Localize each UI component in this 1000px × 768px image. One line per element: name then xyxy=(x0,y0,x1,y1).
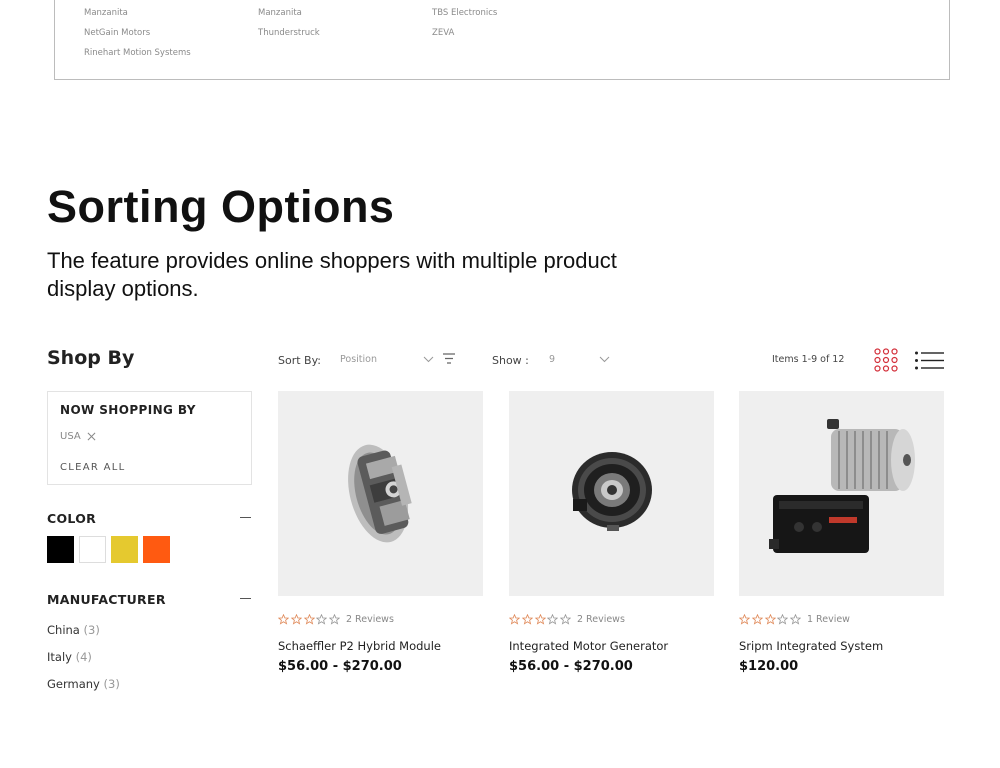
product-image[interactable] xyxy=(278,391,483,596)
manufacturer-option-count: (4) xyxy=(75,650,92,664)
sort-dropdown-chevron-icon[interactable] xyxy=(423,356,434,363)
color-swatch-white[interactable] xyxy=(79,536,106,563)
star-icon xyxy=(290,614,302,625)
items-count: Items 1-9 of 12 xyxy=(772,354,845,365)
sort-by-label: Sort By: xyxy=(278,354,322,367)
show-limit-select[interactable]: 9 xyxy=(549,354,555,365)
color-swatch-yellow[interactable] xyxy=(111,536,138,563)
manufacturer-option-name: Italy xyxy=(47,650,72,664)
color-swatch-black[interactable] xyxy=(47,536,74,563)
star-icon xyxy=(790,614,802,625)
star-icon xyxy=(509,614,520,625)
manufacturer-link-manzanita-2[interactable]: Manzanita xyxy=(258,8,302,18)
product-name[interactable]: Schaeffler P2 Hybrid Module xyxy=(278,639,441,653)
review-count[interactable]: 1 Review xyxy=(807,614,850,625)
product-rating: 1 Review xyxy=(739,614,850,625)
sort-by-select[interactable]: Position xyxy=(340,354,377,365)
sort-direction-icon[interactable] xyxy=(443,353,455,364)
product-rating: 2 Reviews xyxy=(278,614,394,625)
active-filter-label: USA xyxy=(60,431,81,442)
manufacturer-option-name: China xyxy=(47,623,80,637)
manufacturer-link-thunderstruck[interactable]: Thunderstruck xyxy=(258,28,320,38)
product-price: $56.00 - $270.00 xyxy=(509,659,633,674)
now-shopping-panel: NOW SHOPPING BY USA CLEAR ALL xyxy=(47,391,252,485)
product-price: $120.00 xyxy=(739,659,799,674)
show-label: Show : xyxy=(492,354,529,367)
product-rating: 2 Reviews xyxy=(509,614,625,625)
integrated-system-image xyxy=(769,419,915,553)
feature-description: The feature provides online shoppers wit… xyxy=(47,248,617,301)
grid-view-icon[interactable] xyxy=(874,348,898,372)
star-icon xyxy=(303,614,315,625)
review-count[interactable]: 2 Reviews xyxy=(346,614,394,625)
hybrid-module-image xyxy=(348,444,412,543)
star-icon xyxy=(521,614,533,625)
manufacturer-link-manzanita[interactable]: Manzanita xyxy=(84,8,128,18)
star-icon xyxy=(739,614,750,625)
motor-generator-image xyxy=(572,452,652,531)
manufacturer-link-tbs-electronics[interactable]: TBS Electronics xyxy=(432,8,497,18)
manufacturer-option-germany[interactable]: Germany (3) xyxy=(47,677,120,691)
manufacturer-link-zeva[interactable]: ZEVA xyxy=(432,28,454,38)
color-filter-title[interactable]: COLOR xyxy=(47,511,96,526)
manufacturer-links-panel xyxy=(54,0,950,80)
product-name[interactable]: Integrated Motor Generator xyxy=(509,639,668,653)
manufacturer-option-china[interactable]: China (3) xyxy=(47,623,100,637)
active-filter-chip: USA xyxy=(60,431,96,442)
star-icon xyxy=(278,614,289,625)
product-card[interactable]: 2 Reviews Integrated Motor Generator $56… xyxy=(509,391,714,674)
star-icon xyxy=(764,614,776,625)
star-icon xyxy=(534,614,546,625)
manufacturer-link-rinehart[interactable]: Rinehart Motion Systems xyxy=(84,48,191,58)
list-view-icon[interactable] xyxy=(915,351,944,370)
manufacturer-option-count: (3) xyxy=(103,677,120,691)
star-icon xyxy=(329,614,341,625)
manufacturer-option-count: (3) xyxy=(83,623,100,637)
manufacturer-option-name: Germany xyxy=(47,677,100,691)
product-card[interactable]: 2 Reviews Schaeffler P2 Hybrid Module $5… xyxy=(278,391,483,674)
star-icon xyxy=(560,614,572,625)
manufacturer-option-italy[interactable]: Italy (4) xyxy=(47,650,92,664)
feature-title: Sorting Options xyxy=(47,181,395,232)
shop-by-title: Shop By xyxy=(47,347,135,369)
product-image[interactable] xyxy=(739,391,944,596)
color-swatch-orange[interactable] xyxy=(143,536,170,563)
manufacturer-link-netgain-motors[interactable]: NetGain Motors xyxy=(84,28,150,38)
star-icon xyxy=(316,614,328,625)
star-icon xyxy=(777,614,789,625)
review-count[interactable]: 2 Reviews xyxy=(577,614,625,625)
now-shopping-title: NOW SHOPPING BY xyxy=(60,403,196,417)
product-card[interactable]: 1 Review Sripm Integrated System $120.00 xyxy=(739,391,944,674)
show-dropdown-chevron-icon[interactable] xyxy=(599,356,610,363)
remove-filter-icon[interactable] xyxy=(87,432,96,441)
manufacturer-filter-title[interactable]: MANUFACTURER xyxy=(47,592,166,607)
product-name[interactable]: Sripm Integrated System xyxy=(739,639,883,653)
star-icon xyxy=(751,614,763,625)
product-image[interactable] xyxy=(509,391,714,596)
collapse-manufacturer-icon[interactable] xyxy=(240,598,251,600)
clear-all-button[interactable]: CLEAR ALL xyxy=(60,462,126,473)
collapse-color-icon[interactable] xyxy=(240,517,251,519)
product-price: $56.00 - $270.00 xyxy=(278,659,402,674)
star-icon xyxy=(547,614,559,625)
